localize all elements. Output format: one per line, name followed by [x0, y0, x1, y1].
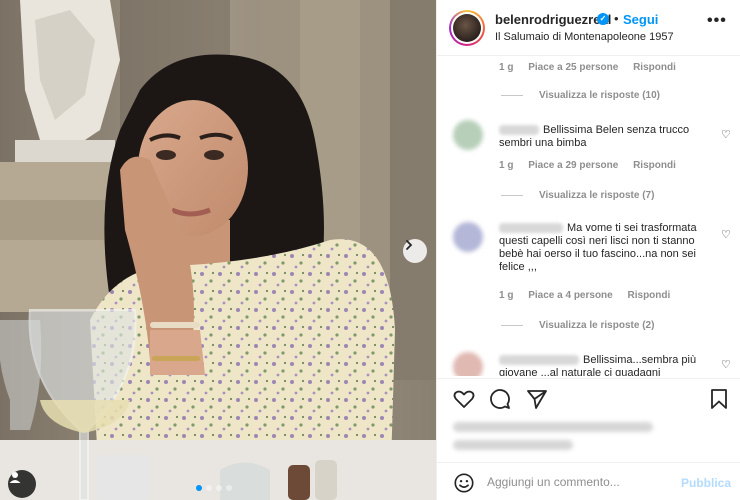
- carousel-dot: [206, 485, 212, 491]
- carousel-indicator: [196, 485, 232, 491]
- view-replies-button[interactable]: Visualizza le risposte (2): [501, 320, 654, 331]
- location-link[interactable]: Il Salumaio di Montenapoleone 1957: [495, 31, 674, 43]
- commenter-name-blurred[interactable]: [499, 223, 563, 234]
- comment-meta: 1 g Piace a 29 persone Rispondi: [499, 160, 688, 171]
- comment-time: 1 g: [499, 62, 514, 73]
- carousel-dot: [226, 485, 232, 491]
- likes-summary-blurred: [453, 418, 723, 458]
- list-item: Bellissima Belen senza trucco sembri una…: [499, 124, 714, 150]
- tag-user-icon: [9, 472, 21, 483]
- username[interactable]: belenrodriguezreal: [495, 12, 611, 27]
- comments-list[interactable]: 1 g Piace a 25 persone Rispondi Visualiz…: [437, 56, 740, 376]
- separator: •: [614, 11, 619, 26]
- post-actions: [437, 378, 740, 418]
- bookmark-icon[interactable]: [707, 387, 731, 411]
- follow-button[interactable]: Segui: [623, 12, 658, 27]
- comment-likes[interactable]: Piace a 4 persone: [528, 290, 613, 301]
- list-item: Bellissima...sembra più giovane ...al na…: [499, 354, 714, 376]
- next-arrow-icon: [406, 240, 413, 250]
- comment-input[interactable]: [487, 471, 667, 493]
- heart-icon[interactable]: [452, 387, 476, 411]
- reply-button[interactable]: Rispondi: [633, 62, 676, 73]
- share-icon[interactable]: [525, 387, 549, 411]
- avatar[interactable]: [449, 10, 485, 46]
- commenter-avatar[interactable]: [453, 352, 483, 376]
- post-header: belenrodriguezreal ✓ • Segui Il Salumaio…: [437, 0, 740, 56]
- comment-composer: Pubblica: [437, 462, 740, 500]
- post-photo[interactable]: [0, 0, 436, 500]
- commenter-name-blurred[interactable]: [499, 125, 539, 136]
- comment-likes[interactable]: Piace a 29 persone: [528, 160, 618, 171]
- comment-time: 1 g: [499, 160, 514, 171]
- comment-meta: 1 g Piace a 4 persone Rispondi: [499, 290, 682, 301]
- verified-badge-icon: ✓: [597, 13, 609, 25]
- reply-button[interactable]: Rispondi: [628, 290, 671, 301]
- post-image: [0, 0, 436, 500]
- list-item: Ma vome ti sei trasformata questi capell…: [499, 222, 714, 274]
- comment-time: 1 g: [499, 290, 514, 301]
- next-photo-button[interactable]: [403, 239, 427, 263]
- emoji-icon[interactable]: [453, 472, 475, 494]
- commenter-name-blurred[interactable]: [499, 355, 579, 366]
- view-replies-button[interactable]: Visualizza le risposte (10): [501, 90, 660, 101]
- commenter-avatar[interactable]: [453, 120, 483, 150]
- tagged-users-button[interactable]: [8, 470, 36, 498]
- carousel-dot: [216, 485, 222, 491]
- more-options-icon[interactable]: •••: [707, 12, 727, 30]
- carousel-dot-active: [196, 485, 202, 491]
- comment-meta: 1 g Piace a 25 persone Rispondi: [499, 62, 688, 73]
- reply-button[interactable]: Rispondi: [633, 160, 676, 171]
- comment-icon[interactable]: [488, 387, 512, 411]
- comment-like-heart-icon[interactable]: ♡: [721, 128, 731, 141]
- commenter-avatar[interactable]: [453, 222, 483, 252]
- comment-like-heart-icon[interactable]: ♡: [721, 228, 731, 241]
- view-replies-button[interactable]: Visualizza le risposte (7): [501, 190, 654, 201]
- comment-like-heart-icon[interactable]: ♡: [721, 358, 731, 371]
- publish-button[interactable]: Pubblica: [681, 476, 731, 490]
- post-sidebar: belenrodriguezreal ✓ • Segui Il Salumaio…: [436, 0, 740, 500]
- comment-likes[interactable]: Piace a 25 persone: [528, 62, 618, 73]
